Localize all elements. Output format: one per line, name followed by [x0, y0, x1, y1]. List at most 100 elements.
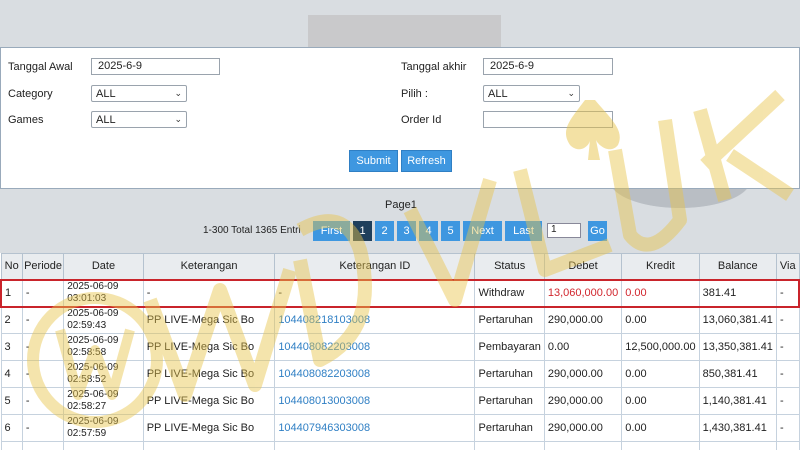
tanggal-akhir-input[interactable]: 2025-6-9 — [483, 58, 613, 75]
cell-date-day: 2025-06-09 — [67, 281, 119, 292]
cell-debet: 0.00 — [543, 333, 623, 361]
page-jump-input[interactable]: 1 — [547, 223, 581, 238]
table-row: 4 - 2025-06-09 02:58:52 PP LIVE-Mega Sic … — [0, 360, 800, 388]
cell-status — [474, 441, 545, 450]
refresh-button[interactable]: Refresh — [401, 150, 452, 172]
chevron-down-icon: ⌄ — [174, 114, 182, 124]
last-page-button[interactable]: Last — [505, 221, 542, 241]
cell-debet: 290,000.00 — [543, 387, 623, 415]
submit-button[interactable]: Submit — [349, 150, 398, 172]
cell-via: - — [775, 387, 800, 415]
page-button-5[interactable]: 5 — [441, 221, 460, 241]
column-header-keterangan-id[interactable]: Keterangan ID — [274, 253, 476, 280]
cell-status: Pertaruhan — [474, 306, 545, 334]
cell-kredit: 0.00 — [621, 414, 700, 442]
column-header-debet[interactable]: Debet — [543, 253, 623, 280]
chevron-down-icon: ⌄ — [567, 88, 575, 98]
cell-status: Pertaruhan — [474, 414, 545, 442]
cell-via: - — [775, 414, 800, 442]
cell-date: 2025-06-09 02:57:59 — [63, 414, 144, 442]
transactions-table: No Periode Date Keterangan Keterangan ID… — [0, 253, 800, 450]
cell-balance: 13,350,381.41 — [698, 333, 777, 361]
cell-debet — [543, 441, 623, 450]
cell-date: 2025-06-09 02:58:52 — [63, 360, 144, 388]
cell-no: 5 — [0, 387, 23, 415]
column-header-status[interactable]: Status — [474, 253, 545, 280]
cell-keterangan: - — [142, 278, 276, 308]
cell-date-time: 03:01:03 — [67, 293, 107, 304]
cell-via — [775, 441, 800, 450]
cell-periode: - — [21, 306, 65, 334]
cell-periode: - — [21, 387, 65, 415]
category-label: Category — [8, 88, 53, 100]
cell-status: Pembayaran — [474, 333, 545, 361]
cell-date-time: 02:59:43 — [67, 320, 107, 332]
cell-via: - — [775, 360, 800, 388]
column-header-kredit[interactable]: Kredit — [621, 253, 700, 280]
tanggal-awal-input[interactable]: 2025-6-9 — [91, 58, 220, 75]
cell-date: 2025-06-09 02:59:43 — [63, 306, 144, 334]
tanggal-akhir-label: Tanggal akhir — [401, 61, 467, 73]
column-header-via[interactable]: Via — [775, 253, 800, 280]
cell-date: 2025-06-09 02:58:27 — [63, 387, 144, 415]
table-header-row: No Periode Date Keterangan Keterangan ID… — [0, 253, 800, 280]
table-row: 2025-06-09 — [0, 441, 800, 450]
cell-status: Pertaruhan — [474, 387, 545, 415]
cell-keterangan-id-link[interactable]: 104408218103008 — [274, 306, 476, 334]
first-page-button[interactable]: First — [313, 221, 350, 241]
page-button-1[interactable]: 1 — [353, 221, 372, 241]
cell-balance: 850,381.41 — [698, 360, 777, 388]
column-header-no[interactable]: No — [0, 253, 23, 280]
next-page-button[interactable]: Next — [463, 221, 502, 241]
cell-debet: 13,060,000.00 — [543, 278, 623, 308]
cell-periode: - — [21, 360, 65, 388]
cell-kredit: 0.00 — [621, 360, 700, 388]
column-header-periode[interactable]: Periode — [21, 253, 65, 280]
cell-debet: 290,000.00 — [543, 360, 623, 388]
cell-periode: - — [21, 278, 65, 308]
page-button-2[interactable]: 2 — [375, 221, 394, 241]
cell-no — [0, 441, 23, 450]
page-button-4[interactable]: 4 — [419, 221, 438, 241]
cell-keterangan-id-link[interactable]: 104408082203008 — [274, 360, 476, 388]
category-select[interactable]: ALL ⌄ — [91, 85, 187, 102]
page-button-3[interactable]: 3 — [397, 221, 416, 241]
go-button[interactable]: Go — [588, 221, 607, 241]
cell-keterangan: PP LIVE-Mega Sic Bo — [142, 333, 276, 361]
column-header-date[interactable]: Date — [63, 253, 144, 280]
pilih-select-value: ALL — [488, 87, 508, 100]
cell-date-day: 2025-06-09 — [67, 335, 119, 346]
order-id-label: Order Id — [401, 114, 442, 126]
cell-date-day: 2025-06-09 — [67, 389, 119, 400]
cell-keterangan: PP LIVE-Mega Sic Bo — [142, 387, 276, 415]
cell-balance: 13,060,381.41 — [698, 306, 777, 334]
cell-date-time: 02:58:52 — [67, 374, 107, 385]
cell-keterangan-id-link[interactable]: 104407946303008 — [274, 414, 476, 442]
entries-info: 1-300 Total 1365 Entri — [203, 225, 301, 236]
cell-date: 2025-06-09 03:01:03 — [63, 278, 144, 308]
column-header-balance[interactable]: Balance — [698, 253, 777, 280]
cell-keterangan-id: - — [274, 278, 476, 308]
cell-date-day: 2025-06-09 — [67, 362, 119, 373]
cell-debet: 290,000.00 — [543, 414, 623, 442]
column-header-keterangan[interactable]: Keterangan — [142, 253, 276, 280]
cell-balance: 381.41 — [698, 278, 777, 308]
cell-date-time: 02:58:27 — [67, 401, 107, 412]
pilih-label: Pilih : — [401, 88, 428, 100]
cell-kredit: 0.00 — [621, 387, 700, 415]
cell-kredit — [621, 441, 700, 450]
cell-periode — [21, 441, 65, 450]
games-select[interactable]: ALL ⌄ — [91, 111, 187, 128]
order-id-input[interactable] — [483, 111, 613, 128]
chevron-down-icon: ⌄ — [174, 88, 182, 98]
cell-keterangan-id-link[interactable]: 104408082203008 — [274, 333, 476, 361]
cell-date-day: 2025-06-09 — [67, 416, 119, 427]
cell-via: - — [775, 333, 800, 361]
cell-keterangan-id-link[interactable]: 104408013003008 — [274, 387, 476, 415]
cell-no: 2 — [0, 306, 23, 334]
cell-date: 2025-06-09 02:58:58 — [63, 333, 144, 361]
cell-keterangan: PP LIVE-Mega Sic Bo — [142, 360, 276, 388]
cell-no: 3 — [0, 333, 23, 361]
cell-balance: 1,140,381.41 — [698, 387, 777, 415]
pilih-select[interactable]: ALL ⌄ — [483, 85, 580, 102]
